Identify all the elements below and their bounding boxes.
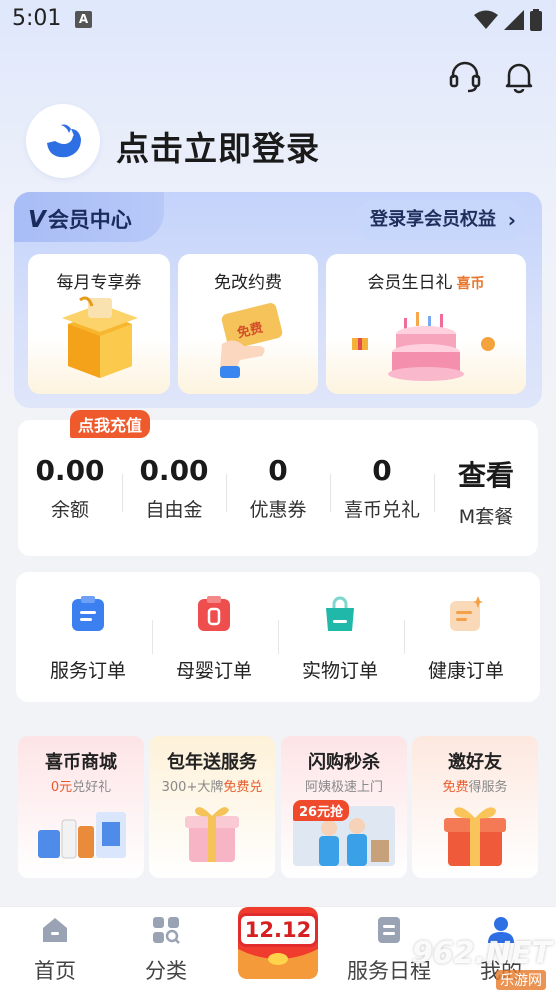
promo-subtitle: 阿姨极速上门 (304, 780, 383, 795)
wallet-label: 优惠券 (249, 499, 307, 521)
benefit-free-reschedule[interactable]: 免改约费 免费 (178, 254, 318, 394)
promo-title: 邀好友 (448, 752, 502, 773)
login-prompt[interactable]: 点击立即登录 (116, 122, 320, 170)
promo-title: 闪购秒杀 (308, 752, 380, 773)
wifi-icon (474, 10, 498, 29)
tab-category[interactable]: 分类 (111, 907, 221, 990)
signal-icon (504, 10, 524, 30)
wallet-value: 0.00 (139, 454, 209, 487)
benefit-label: 免改约费 (214, 273, 282, 293)
wallet-panel: 点我充值 0.00 余额 0.00 自由金 0 优惠券 0 喜币兑礼 查看 M套… (18, 410, 538, 556)
divider (404, 620, 405, 654)
divider (278, 620, 279, 654)
promo-subtitle: 300+大牌免费兑 (161, 780, 263, 795)
tab-label: 分类 (145, 959, 187, 983)
goods-order-button[interactable]: 实物订单 (280, 596, 400, 683)
vip-login-button[interactable]: 登录享会员权益 › (356, 200, 526, 240)
wallet-balance[interactable]: 0.00 余额 (18, 454, 122, 522)
promo-subtitle: 0元兑好礼 (50, 780, 112, 795)
benefit-label: 每月专享券 (56, 273, 142, 293)
notification-icon: A (75, 11, 92, 28)
promo-annual-service[interactable]: 包年送服务 300+大牌免费兑 (149, 736, 275, 878)
free-ticket-hand-icon: 免费 (220, 303, 283, 378)
chevron-right-icon: › (507, 208, 516, 232)
promo-invite-friends[interactable]: 邀好友 免费得服务 (412, 736, 538, 878)
avatar[interactable] (26, 104, 100, 178)
wallet-free-gold[interactable]: 0.00 自由金 (122, 454, 226, 522)
home-icon (43, 918, 67, 942)
category-icon (153, 917, 180, 944)
small-gift-icon (352, 338, 368, 350)
battery-icon (530, 9, 542, 31)
wallet-label: 喜币兑礼 (343, 499, 420, 521)
gift-box-icon (62, 296, 138, 378)
gift-box-red-icon (444, 807, 506, 866)
wallet-value: 查看 (457, 459, 514, 492)
service-order-icon (72, 596, 104, 631)
order-label: 实物订单 (301, 660, 378, 682)
watermark-logo: 962.NET (411, 936, 552, 971)
benefit-birthday-gift[interactable]: 会员生日礼 喜币 (326, 254, 526, 394)
wallet-value: 0 (268, 454, 288, 487)
header-actions (448, 60, 536, 94)
watermark-sub: 乐游网 (496, 970, 546, 990)
promo-flash-sale[interactable]: 闪购秒杀 阿姨极速上门 26元抢 (281, 736, 407, 878)
service-order-button[interactable]: 服务订单 (28, 596, 148, 683)
wallet-coupons[interactable]: 0 优惠券 (226, 454, 330, 522)
divider (152, 620, 153, 654)
vip-center-card: V会员中心 登录享会员权益 › 每月专享券 免改约费 免费 会员生日礼 喜币 (14, 192, 542, 408)
vip-title-text: 会员中心 (47, 208, 132, 232)
status-bar: 5:01 A (0, 0, 556, 40)
baby-order-button[interactable]: 母婴订单 (154, 596, 274, 683)
flash-sale-tag: 26元抢 (293, 800, 350, 821)
order-label: 母婴订单 (175, 660, 252, 682)
baby-order-icon (198, 596, 230, 631)
wallet-label: 自由金 (145, 499, 203, 521)
wallet-m-package[interactable]: 查看 M套餐 (434, 454, 538, 529)
benefit-monthly-coupon[interactable]: 每月专享券 (28, 254, 170, 394)
health-order-icon (450, 596, 483, 631)
vip-login-label: 登录享会员权益 (370, 209, 496, 230)
promo-subtitle: 免费得服务 (442, 780, 508, 795)
promo-title: 包年送服务 (167, 752, 257, 773)
benefit-label: 会员生日礼 喜币 (367, 273, 485, 293)
goods-order-icon (326, 596, 354, 631)
wallet-value: 0 (372, 454, 392, 487)
health-order-button[interactable]: 健康订单 (406, 596, 526, 683)
products-icon (38, 812, 126, 859)
wallet-value: 0.00 (35, 454, 105, 487)
double12-label: 12.12 (238, 913, 318, 947)
status-time: 5:01 (12, 6, 62, 31)
headset-icon[interactable] (448, 60, 482, 94)
order-label: 服务订单 (49, 660, 126, 682)
vip-title: V会员中心 (28, 204, 132, 234)
promo-title: 喜币商城 (45, 752, 117, 773)
bell-icon[interactable] (502, 60, 536, 94)
tab-label: 首页 (34, 959, 76, 983)
double12-promo-button[interactable]: 12.12 (232, 903, 324, 983)
schedule-icon (378, 917, 400, 943)
bird-logo-icon (47, 124, 81, 158)
gift-box-pink-icon (185, 807, 239, 862)
tab-home[interactable]: 首页 (0, 907, 110, 990)
recharge-badge[interactable]: 点我充值 (70, 410, 151, 438)
wallet-coin-redeem[interactable]: 0 喜币兑礼 (330, 454, 434, 522)
birthday-cake-icon (388, 312, 464, 381)
orders-panel: 服务订单 母婴订单 实物订单 健康订单 (16, 572, 540, 702)
wallet-label: M套餐 (458, 506, 514, 528)
promo-coin-mall[interactable]: 喜币商城 0元兑好礼 (18, 736, 144, 878)
wallet-label: 余额 (50, 499, 89, 521)
coin-icon (481, 337, 495, 351)
order-label: 健康订单 (427, 660, 504, 682)
vip-v-logo: V (28, 207, 46, 233)
status-icons (474, 9, 542, 31)
